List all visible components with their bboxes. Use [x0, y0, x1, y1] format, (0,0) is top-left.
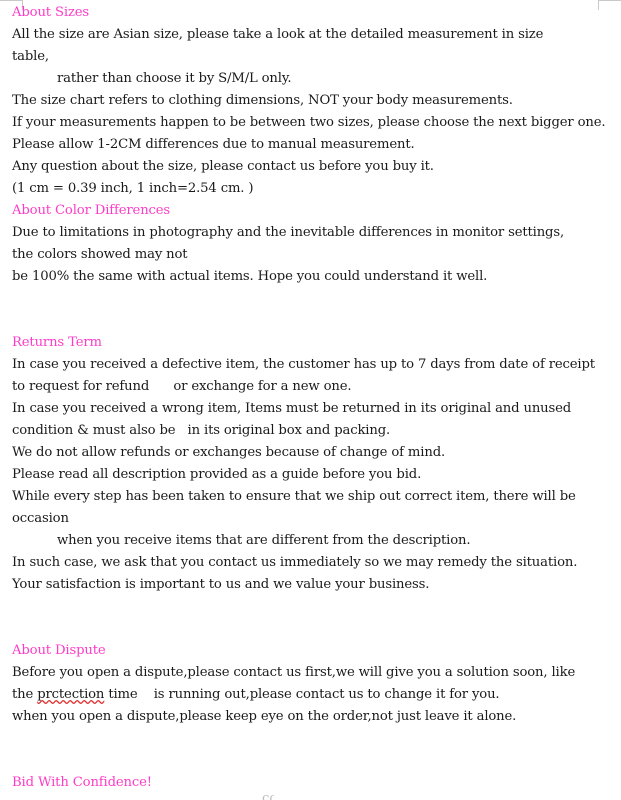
paragraph-line: (1 cm = 0.39 inch, 1 inch=2.54 cm. ) — [12, 181, 254, 196]
section-heading-about-color-differences: About Color Differences — [12, 203, 171, 218]
paragraph-line: Please read all description provided as … — [12, 467, 422, 482]
section-heading-returns-term: Returns Term — [12, 335, 102, 350]
paragraph-line: when you receive items that are differen… — [57, 533, 471, 548]
paragraph-line: In such case, we ask that you contact us… — [12, 555, 578, 570]
section-heading-bid-with-confidence: Bid With Confidence! — [12, 775, 152, 790]
section-heading-about-dispute: About Dispute — [12, 643, 106, 658]
paragraph-line: We do not allow refunds or exchanges bec… — [12, 445, 446, 460]
paragraph-line: rather than choose it by S/M/L only. — [57, 71, 292, 86]
paragraph-line: the prctection time is running out,pleas… — [12, 687, 500, 702]
section-heading-about-sizes: About Sizes — [12, 5, 90, 20]
paragraph-line: Before you open a dispute,please contact… — [12, 665, 576, 680]
paragraph-line: to request for refund or exchange for a … — [12, 379, 352, 394]
product-description-page: About Sizes All the size are Asian size, … — [0, 0, 621, 800]
paragraph-line: be 100% the same with actual items. Hope… — [12, 269, 488, 284]
paragraph-line: While every step has been taken to ensur… — [12, 489, 576, 504]
paragraph-line: In case you received a defective item, t… — [12, 357, 595, 372]
paragraph-line: table, — [12, 49, 49, 64]
paragraph-line: If your measurements happen to be betwee… — [12, 115, 606, 130]
paragraph-line: when you open a dispute,please keep eye … — [12, 709, 517, 724]
description-content: About Sizes All the size are Asian size, … — [12, 2, 612, 800]
paragraph-line: condition & must also be in its original… — [12, 423, 391, 438]
paragraph-line: Your satisfaction is important to us and… — [12, 577, 430, 592]
paragraph-line: All the size are Asian size, please take… — [12, 27, 544, 42]
paragraph-line: The size chart refers to clothing dimens… — [12, 93, 513, 108]
paragraph-line: Due to limitations in photography and th… — [12, 225, 565, 240]
misspelled-word: prctection — [37, 687, 105, 702]
paragraph-line: Please allow 1-2CM differences due to ma… — [12, 137, 415, 152]
paragraph-line: the colors showed may not — [12, 247, 188, 262]
paragraph-line: Any question about the size, please cont… — [12, 159, 434, 174]
paragraph-line: occasion — [12, 511, 69, 526]
paragraph-line: In case you received a wrong item, Items… — [12, 401, 572, 416]
cut-off-text-glyph: co — [262, 792, 274, 800]
